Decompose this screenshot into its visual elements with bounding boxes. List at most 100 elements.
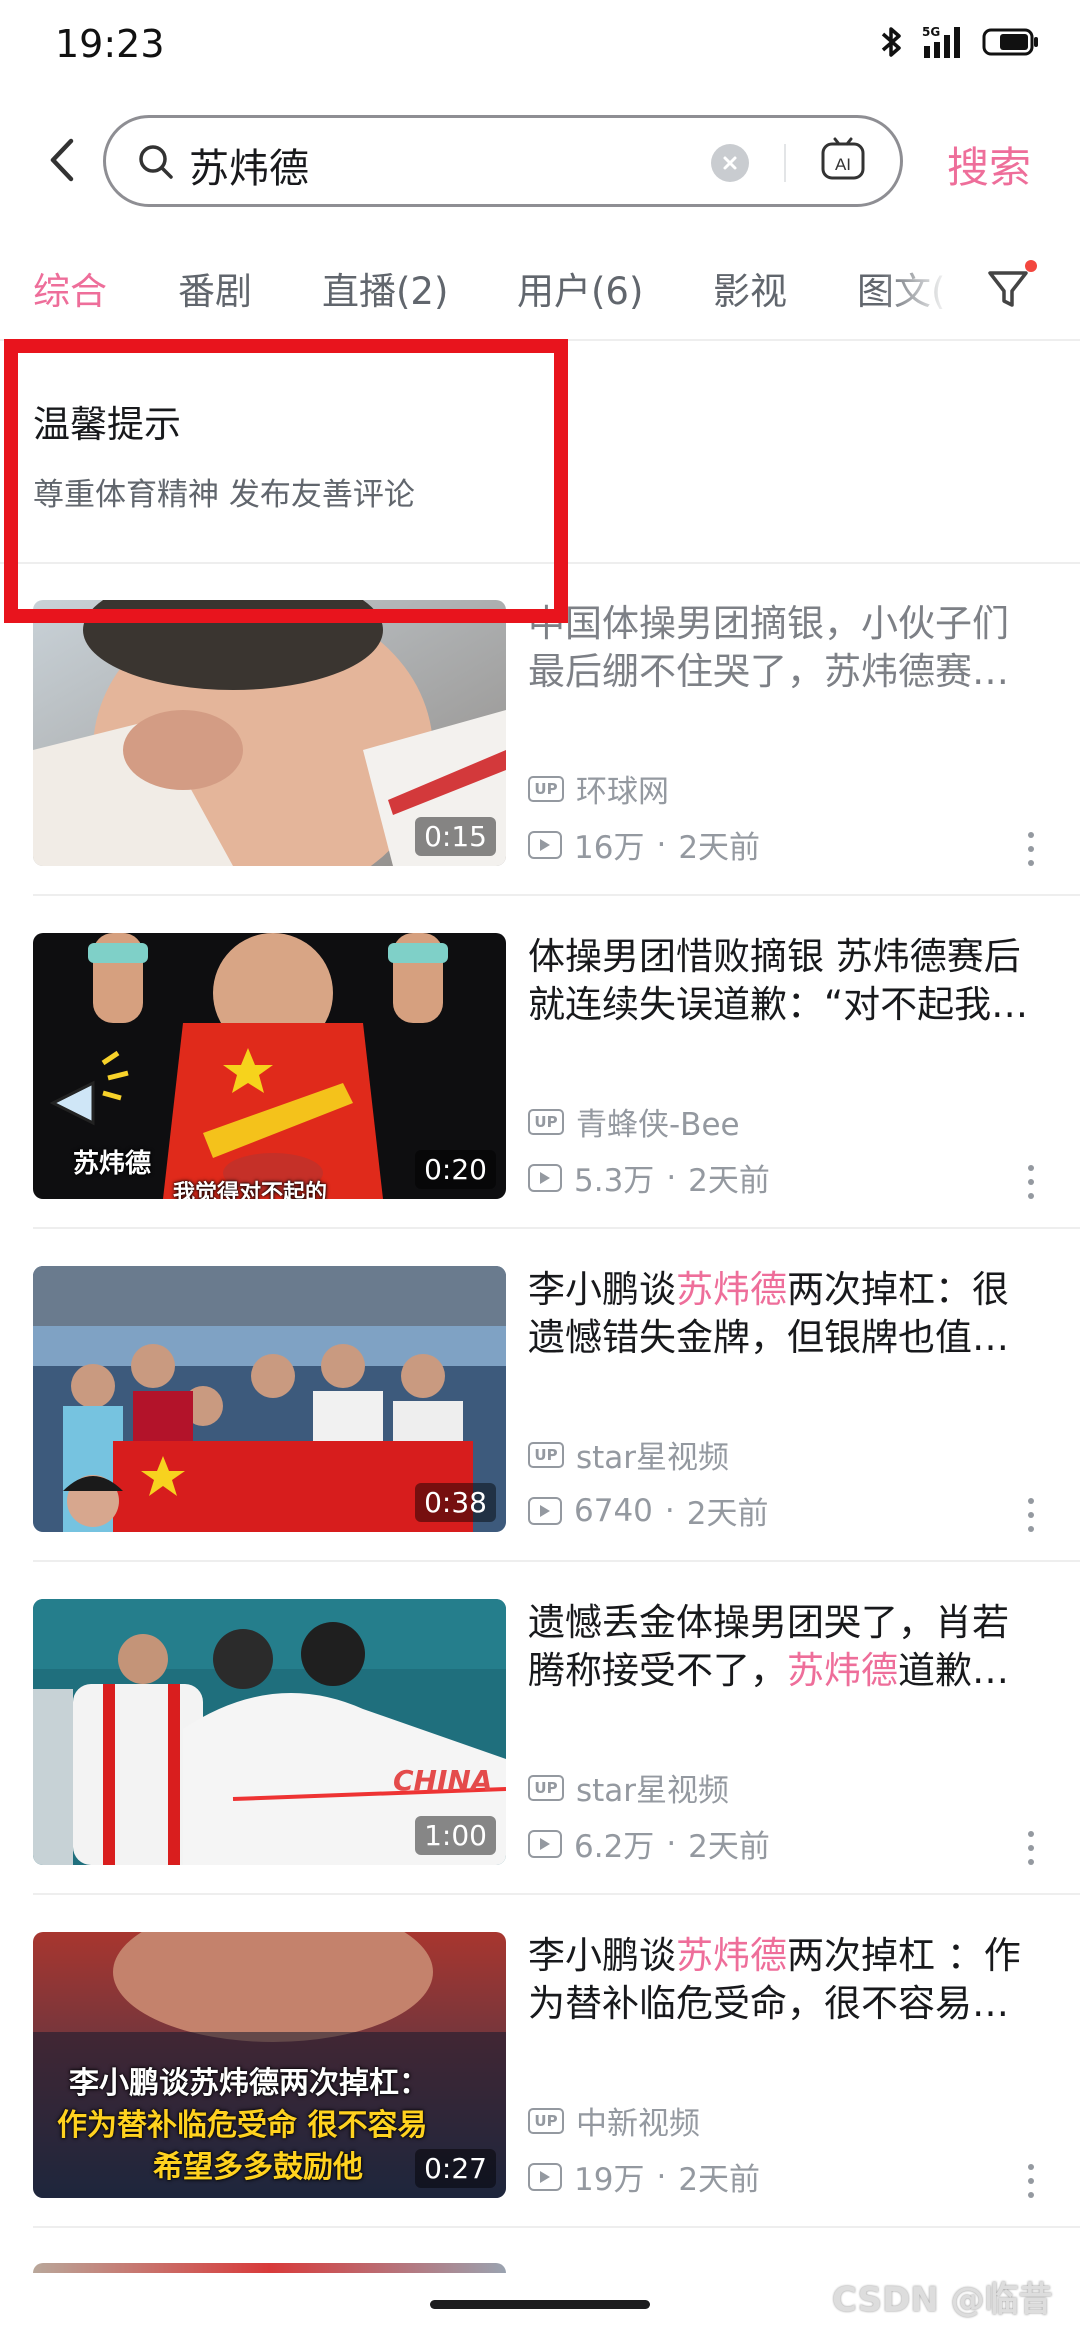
item-divider: [33, 1893, 1080, 1895]
video-title[interactable]: 遗憾丢金体操男团哭了，肖若 腾称接受不了，苏炜德道歉…: [528, 1599, 1080, 1695]
author-name: star星视频: [576, 1773, 730, 1809]
ai-icon: AI: [821, 137, 865, 180]
view-count: 16万: [574, 830, 645, 866]
uploader-icon: UP: [528, 2107, 564, 2134]
view-count: 6740: [574, 1492, 653, 1529]
battery-icon: [982, 26, 1040, 58]
video-author[interactable]: UP 青蜂侠-Bee: [528, 1099, 740, 1144]
stats-separator: ·: [666, 1825, 677, 1862]
video-stats: 5.3万 · 2天前: [528, 1155, 770, 1200]
video-thumbnail[interactable]: 苏炜德 我觉得对不起的 0:20: [33, 933, 506, 1199]
more-options-icon[interactable]: [1026, 1165, 1036, 1199]
video-result-item[interactable]: 0:38 李小鹏谈苏炜德两次掉杠：很 遗憾错失金牌，但银牌也值… UP star…: [33, 1266, 1080, 1532]
video-author[interactable]: UP star星视频: [528, 1765, 729, 1810]
stats-separator: ·: [666, 1159, 677, 1196]
more-options-icon[interactable]: [1026, 1498, 1036, 1532]
video-duration: 0:15: [415, 817, 496, 856]
search-divider: [784, 144, 786, 182]
video-stats: 6740 · 2天前: [528, 1488, 769, 1533]
clear-search-button[interactable]: [711, 144, 749, 182]
search-category-tabs: 综合 番剧 直播(2) 用户(6) 影视 图文(: [0, 245, 1080, 335]
video-thumbnail[interactable]: 0:38: [33, 1266, 506, 1532]
video-result-item[interactable]: CHINA 1:00 遗憾丢金体操男团哭了，肖若 腾称接受不了，苏炜德道歉… U…: [33, 1599, 1080, 1865]
video-author[interactable]: UP star星视频: [528, 1432, 729, 1477]
tab-live[interactable]: 直播(2): [322, 261, 448, 315]
video-author[interactable]: UP 环球网: [528, 766, 669, 811]
uploader-icon: UP: [528, 1441, 564, 1468]
video-stats: 19万 · 2天前: [528, 2154, 760, 2199]
ai-assistant-button[interactable]: AI: [818, 136, 868, 186]
item-divider: [33, 2226, 1080, 2228]
bluetooth-icon: [880, 24, 904, 60]
item-divider: [33, 1227, 1080, 1229]
tab-anime[interactable]: 番剧: [178, 261, 252, 315]
search-header: 苏炜德 AI 搜索: [0, 110, 1080, 210]
video-duration: 0:27: [415, 2149, 496, 2188]
status-icons: 5G: [880, 24, 1040, 60]
next-video-thumbnail-partial[interactable]: [33, 2263, 506, 2273]
search-input[interactable]: 苏炜德 AI: [103, 115, 903, 207]
publish-time: 2天前: [678, 2162, 761, 2198]
play-count-icon: [528, 1496, 562, 1525]
notice-divider: [0, 562, 1080, 564]
item-divider: [33, 894, 1080, 896]
video-stats: 6.2万 · 2天前: [528, 1821, 770, 1866]
search-submit-button[interactable]: 搜索: [947, 134, 1031, 195]
search-icon: [136, 142, 176, 186]
network-type-label: 5G: [922, 25, 940, 39]
item-divider: [33, 1560, 1080, 1562]
view-count: 5.3万: [574, 1163, 655, 1199]
thumbnail-text-line2: 作为替补临危受命 很不容易: [57, 2108, 428, 2143]
status-bar: 19:23 5G: [0, 0, 1080, 96]
search-query-text[interactable]: 苏炜德: [189, 136, 309, 194]
video-title[interactable]: 中国体操男团摘银，小伙子们 最后绷不住哭了，苏炜德赛…: [528, 600, 1080, 696]
thumbnail-caption: 苏炜德: [73, 1149, 152, 1179]
stats-separator: ·: [664, 1492, 675, 1529]
notice-title: 温馨提示: [33, 403, 181, 446]
video-duration: 1:00: [415, 1816, 496, 1855]
back-button[interactable]: [38, 132, 86, 188]
video-result-item[interactable]: 苏炜德 我觉得对不起的 0:20 体操男团惜败摘银 苏炜德赛后 就连续失误道歉：…: [33, 933, 1080, 1199]
thumbnail-text-line1: 李小鹏谈苏炜德两次掉杠：: [69, 2066, 429, 2101]
author-name: star星视频: [576, 1440, 730, 1476]
ai-icon-label: AI: [835, 155, 851, 174]
notice-banner: 温馨提示 尊重体育精神 发布友善评论: [0, 341, 1080, 565]
video-author[interactable]: UP 中新视频: [528, 2098, 700, 2143]
uploader-icon: UP: [528, 775, 564, 802]
play-count-icon: [528, 1829, 562, 1858]
more-options-icon[interactable]: [1026, 2164, 1036, 2198]
play-count-icon: [528, 2162, 562, 2191]
view-count: 19万: [574, 2162, 645, 2198]
publish-time: 2天前: [678, 830, 761, 866]
video-title[interactable]: 李小鹏谈苏炜德两次掉杠：很 遗憾错失金牌，但银牌也值…: [528, 1266, 1080, 1362]
tab-all[interactable]: 综合: [33, 261, 107, 315]
tab-users[interactable]: 用户(6): [517, 261, 643, 315]
publish-time: 2天前: [686, 1496, 769, 1532]
author-name: 中新视频: [576, 2106, 700, 2142]
video-stats: 16万 · 2天前: [528, 822, 760, 867]
home-indicator[interactable]: [430, 2300, 650, 2309]
video-result-item[interactable]: 李小鹏谈苏炜德两次掉杠： 作为替补临危受命 很不容易 希望多多鼓励他 0:27 …: [33, 1932, 1080, 2198]
tab-film[interactable]: 影视: [713, 261, 787, 315]
more-options-icon[interactable]: [1026, 832, 1036, 866]
video-title[interactable]: 体操男团惜败摘银 苏炜德赛后 就连续失误道歉：“对不起我…: [528, 933, 1080, 1029]
tabs-fade: [880, 245, 980, 335]
publish-time: 2天前: [688, 1829, 770, 1865]
video-duration: 0:38: [415, 1483, 496, 1522]
video-thumbnail[interactable]: 0:15: [33, 600, 506, 866]
stats-separator: ·: [656, 826, 667, 863]
publish-time: 2天前: [688, 1163, 770, 1199]
filter-notification-dot: [1025, 260, 1037, 272]
stats-separator: ·: [656, 2158, 667, 2195]
video-result-item[interactable]: 0:15 中国体操男团摘银，小伙子们 最后绷不住哭了，苏炜德赛… UP 环球网 …: [33, 600, 1080, 866]
video-thumbnail[interactable]: 李小鹏谈苏炜德两次掉杠： 作为替补临危受命 很不容易 希望多多鼓励他 0:27: [33, 1932, 506, 2198]
video-duration: 0:20: [415, 1150, 496, 1189]
video-thumbnail[interactable]: CHINA 1:00: [33, 1599, 506, 1865]
more-options-icon[interactable]: [1026, 1831, 1036, 1865]
close-icon: [723, 156, 737, 170]
view-count: 6.2万: [574, 1829, 655, 1865]
author-name: 青蜂侠-Bee: [576, 1107, 740, 1143]
uploader-icon: UP: [528, 1108, 564, 1135]
video-title[interactable]: 李小鹏谈苏炜德两次掉杠 ：作 为替补临危受命，很不容易…: [528, 1932, 1080, 2028]
thumbnail-jersey-text: CHINA: [393, 1764, 493, 1797]
